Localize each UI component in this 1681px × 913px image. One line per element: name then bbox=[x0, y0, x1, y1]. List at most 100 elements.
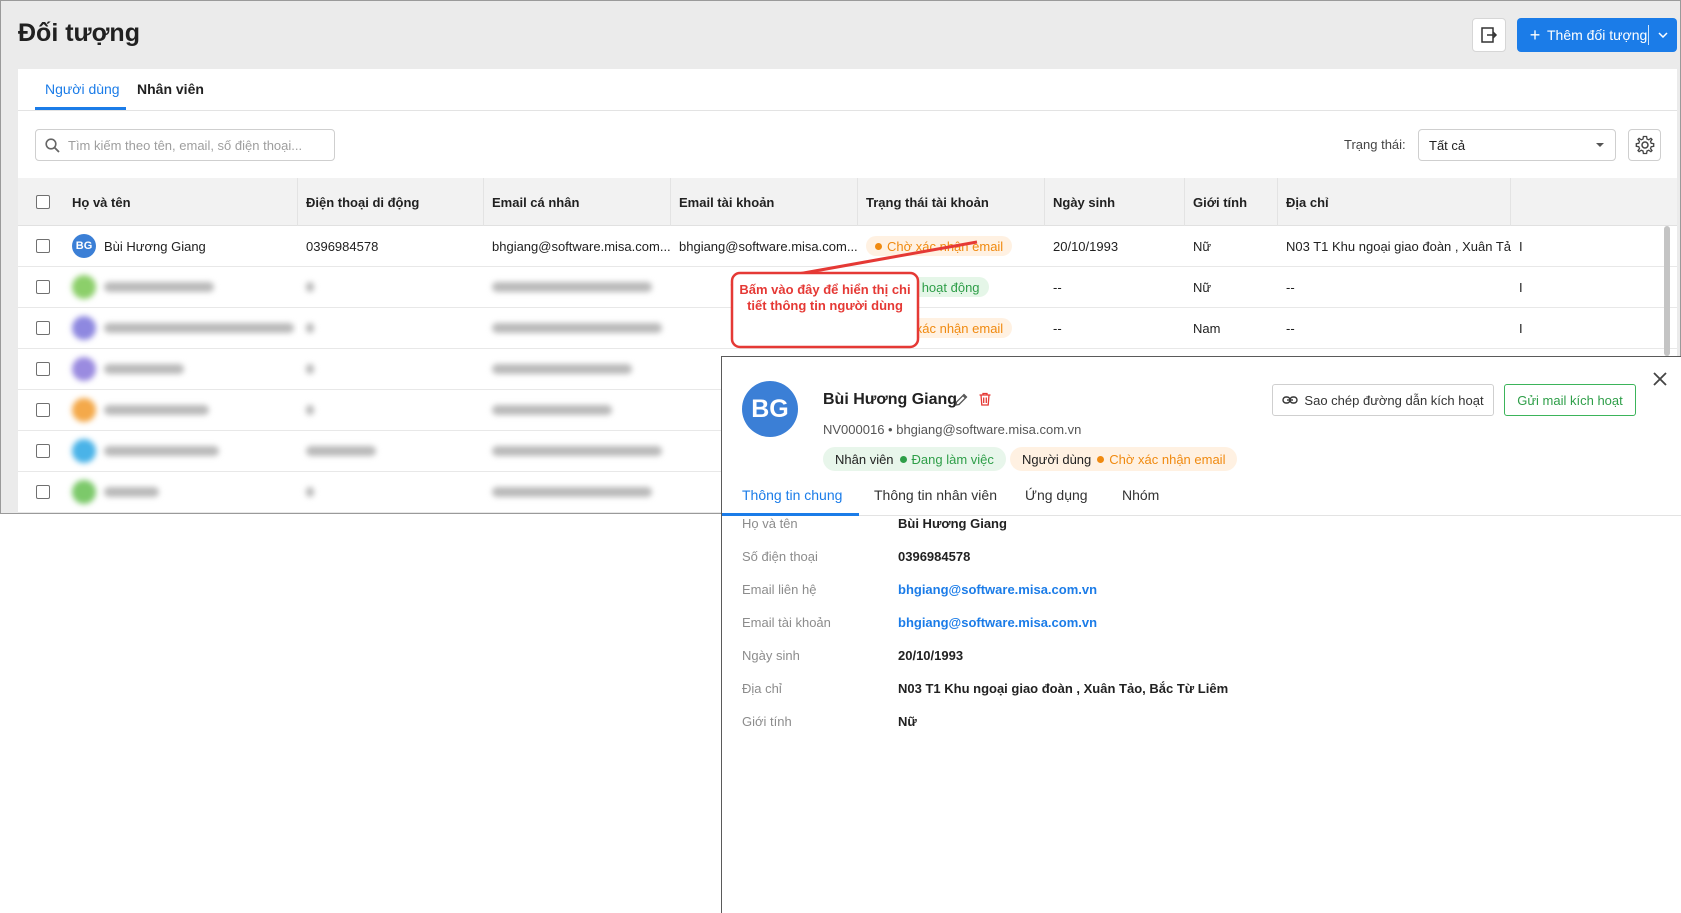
table-row[interactable]: BG Bùi Hương Giang 0396984578 bhgiang@so… bbox=[18, 226, 1677, 267]
col-gender[interactable]: Giới tính bbox=[1185, 178, 1278, 226]
blurred-text bbox=[492, 282, 652, 292]
info-row-dob: Ngày sinh 20/10/1993 bbox=[742, 645, 963, 665]
phone-cell bbox=[298, 390, 484, 430]
col-phone[interactable]: Điện thoại di động bbox=[298, 178, 484, 226]
phone-cell bbox=[298, 267, 484, 307]
personal-email-cell bbox=[484, 267, 671, 307]
col-account-email[interactable]: Email tài khoản bbox=[671, 178, 858, 226]
select-all-checkbox[interactable] bbox=[36, 195, 50, 209]
row-checkbox[interactable] bbox=[36, 280, 50, 294]
export-button[interactable] bbox=[1472, 18, 1506, 52]
name-cell bbox=[64, 267, 298, 307]
column-settings-button[interactable] bbox=[1628, 129, 1661, 161]
row-checkbox[interactable] bbox=[36, 239, 50, 253]
name-cell bbox=[64, 472, 298, 512]
tab-users[interactable]: Người dùng bbox=[45, 81, 120, 97]
blurred-text bbox=[492, 364, 632, 374]
button-divider bbox=[1648, 25, 1649, 45]
tab-bar: Người dùng Nhân viên bbox=[18, 69, 1677, 111]
status-text: Chờ xác nhận email bbox=[887, 238, 1004, 254]
row-action[interactable]: I bbox=[1511, 308, 1531, 348]
copy-activation-link-button[interactable]: Sao chép đường dẫn kích hoạt bbox=[1272, 384, 1494, 416]
info-row-contact-email: Email liên hệ bhgiang@software.misa.com.… bbox=[742, 579, 1097, 599]
blurred-text bbox=[306, 364, 314, 374]
blurred-text bbox=[104, 487, 159, 497]
active-tab-indicator bbox=[35, 107, 126, 110]
gender-cell: Nữ bbox=[1193, 238, 1212, 254]
search-input[interactable] bbox=[68, 137, 318, 153]
col-dob[interactable]: Ngày sinh bbox=[1045, 178, 1185, 226]
employee-label: Nhân viên bbox=[835, 451, 894, 467]
trash-icon[interactable] bbox=[977, 391, 993, 407]
tab-employees[interactable]: Nhân viên bbox=[137, 81, 204, 97]
col-extra bbox=[1511, 178, 1651, 226]
search-box[interactable] bbox=[35, 129, 335, 161]
row-checkbox[interactable] bbox=[36, 444, 50, 458]
field-value: Bùi Hương Giang bbox=[898, 515, 1007, 531]
row-checkbox[interactable] bbox=[36, 362, 50, 376]
field-value: 20/10/1993 bbox=[898, 647, 964, 663]
table-scrollbar[interactable] bbox=[1664, 226, 1670, 356]
chevron-down-icon[interactable] bbox=[1649, 32, 1677, 38]
status-badge[interactable]: Chờ xác nhận email bbox=[866, 236, 1013, 256]
col-name[interactable]: Họ và tên bbox=[64, 178, 298, 226]
field-label: Email tài khoản bbox=[742, 614, 831, 630]
row-checkbox[interactable] bbox=[36, 321, 50, 335]
add-object-button[interactable]: + Thêm đối tượng bbox=[1517, 18, 1677, 52]
tab-employee-info[interactable]: Thông tin nhân viên bbox=[874, 487, 997, 503]
callout-text: Bấm vào đây để hiển thị chi tiết thông t… bbox=[739, 282, 911, 313]
gender-cell: Nữ bbox=[1193, 279, 1212, 295]
phone-cell bbox=[298, 308, 484, 348]
dob-cell: 20/10/1993 bbox=[1053, 238, 1119, 254]
personal-email-cell bbox=[484, 431, 671, 471]
tab-general-info[interactable]: Thông tin chung bbox=[742, 487, 842, 503]
blurred-text bbox=[306, 446, 376, 456]
personal-email-cell bbox=[484, 390, 671, 430]
blurred-text bbox=[492, 323, 662, 333]
user-name: Bùi Hương Giang bbox=[104, 238, 206, 254]
field-value: Nữ bbox=[898, 713, 917, 729]
address-cell: -- bbox=[1286, 279, 1295, 295]
col-address[interactable]: Địa chỉ bbox=[1278, 178, 1511, 226]
row-checkbox[interactable] bbox=[36, 403, 50, 417]
blurred-text bbox=[306, 282, 314, 292]
account-email-cell: bhgiang@software.misa.com.... bbox=[679, 238, 858, 254]
tab-groups[interactable]: Nhóm bbox=[1122, 487, 1159, 503]
row-action[interactable]: I bbox=[1511, 226, 1531, 266]
search-icon bbox=[45, 137, 60, 153]
dob-cell: -- bbox=[1053, 320, 1062, 336]
field-label: Email liên hệ bbox=[742, 581, 817, 597]
blurred-text bbox=[104, 405, 209, 415]
close-icon[interactable] bbox=[1650, 369, 1670, 389]
address-cell: -- bbox=[1286, 320, 1295, 336]
caret-down-icon bbox=[1596, 143, 1604, 147]
phone-cell bbox=[298, 431, 484, 471]
personal-email-cell bbox=[484, 308, 671, 348]
add-object-label: Thêm đối tượng bbox=[1547, 27, 1648, 43]
pencil-icon[interactable] bbox=[953, 392, 969, 408]
tab-applications[interactable]: Ứng dụng bbox=[1025, 487, 1088, 503]
link-icon bbox=[1282, 396, 1299, 404]
row-checkbox[interactable] bbox=[36, 485, 50, 499]
avatar bbox=[72, 275, 96, 299]
address-cell: N03 T1 Khu ngoại giao đoàn , Xuân Tả... bbox=[1286, 238, 1511, 254]
account-email-link[interactable]: bhgiang@software.misa.com.vn bbox=[898, 615, 1097, 630]
plus-icon: + bbox=[1529, 24, 1541, 45]
status-dot bbox=[899, 455, 907, 463]
col-personal-email[interactable]: Email cá nhân bbox=[484, 178, 671, 226]
gear-icon bbox=[1635, 135, 1654, 155]
gender-cell: Nam bbox=[1193, 320, 1221, 336]
detail-tab-bar: Thông tin chung Thông tin nhân viên Ứng … bbox=[722, 479, 1681, 516]
dob-cell: -- bbox=[1053, 279, 1062, 295]
contact-email-link[interactable]: bhgiang@software.misa.com.vn bbox=[898, 582, 1097, 597]
send-activation-mail-button[interactable]: Gửi mail kích hoạt bbox=[1504, 384, 1636, 416]
avatar bbox=[72, 316, 96, 340]
blurred-text bbox=[306, 487, 314, 497]
phone-cell bbox=[298, 349, 484, 389]
status-filter-value: Tất cả bbox=[1429, 137, 1466, 153]
col-account-status[interactable]: Trạng thái tài khoản bbox=[858, 178, 1045, 226]
status-filter-select[interactable]: Tất cả bbox=[1418, 129, 1616, 161]
field-label: Số điện thoại bbox=[742, 548, 818, 564]
row-action[interactable]: I bbox=[1511, 267, 1531, 307]
name-cell bbox=[64, 308, 298, 348]
